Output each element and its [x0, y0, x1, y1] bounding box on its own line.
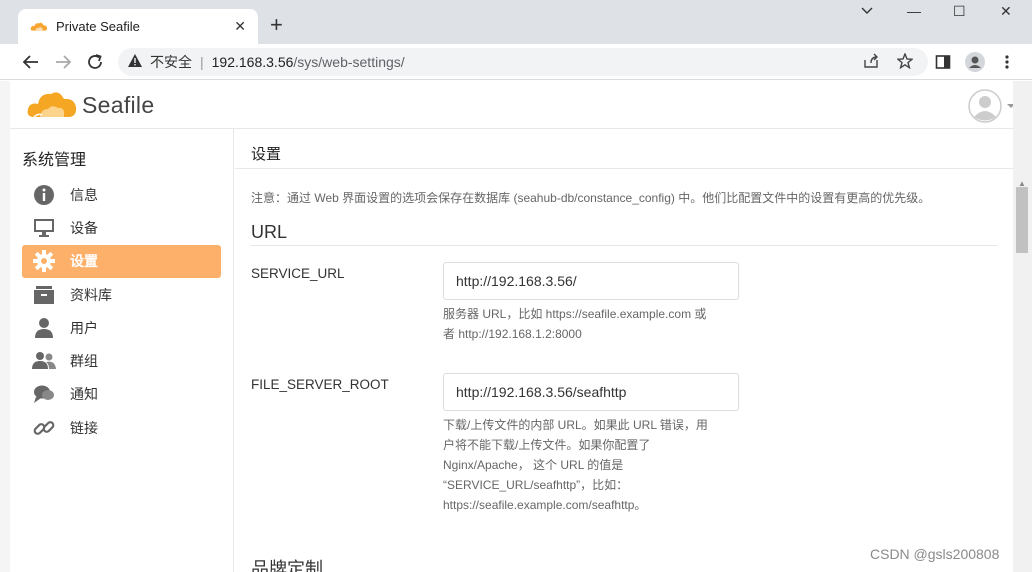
maximize-button[interactable]: ☐	[953, 3, 966, 20]
sidebar-item-devices[interactable]: 设备	[22, 211, 221, 244]
sidebar-item-label: 用户	[70, 319, 98, 336]
sidebar-item-info[interactable]: 信息	[22, 178, 221, 211]
service-url-label: SERVICE_URL	[251, 266, 345, 281]
sidebar-item-label: 设置	[70, 253, 98, 270]
sidebar-item-label: 信息	[70, 186, 98, 203]
settings-notice: 注意：通过 Web 界面设置的选项会保存在数据库 (seahub-db/cons…	[251, 191, 931, 205]
file-server-root-help: 下载/上传文件的内部 URL。如果此 URL 错误，用 户将不能下载/上传文件。…	[443, 418, 708, 512]
page-scrollbar[interactable]: ▲	[1013, 81, 1032, 572]
page: Seafile 系统管理 信息 设备 设置 资料库 用户 群组 通知 链接 设置…	[0, 81, 1032, 572]
url-path: /sys/web-settings/	[293, 54, 405, 70]
minimize-button[interactable]: —	[907, 3, 921, 19]
app-header: Seafile	[10, 81, 1032, 129]
back-arrow-icon[interactable]	[20, 51, 42, 73]
seafile-cloud-icon	[27, 92, 77, 118]
reload-icon[interactable]	[84, 51, 106, 73]
side-panel-icon[interactable]	[932, 51, 954, 73]
notification-icon	[32, 382, 56, 406]
service-url-help: 服务器 URL，比如 https://seafile.example.com 或…	[443, 307, 707, 341]
watermark: CSDN @gsls200808	[870, 546, 1000, 562]
file-server-root-input[interactable]: http://192.168.3.56/seafhttp	[443, 373, 739, 411]
seafile-logo[interactable]: Seafile	[26, 87, 154, 123]
sidebar-item-notifications[interactable]: 通知	[22, 378, 221, 411]
sidebar-item-settings[interactable]: 设置	[22, 244, 221, 278]
link-icon	[32, 416, 56, 440]
share-icon[interactable]	[862, 52, 880, 70]
group-icon	[32, 349, 56, 373]
browser-menu-icon[interactable]	[996, 51, 1018, 73]
user-icon	[32, 316, 56, 340]
avatar-icon	[968, 89, 1002, 123]
warning-icon[interactable]	[128, 54, 142, 70]
section-title-url: URL	[251, 222, 288, 242]
window-close-button[interactable]: ✕	[1000, 3, 1012, 20]
scrollbar-thumb[interactable]	[1016, 187, 1028, 253]
section-divider	[251, 245, 997, 246]
address-bar[interactable]: 不安全 | 192.168.3.56/sys/web-settings/	[118, 48, 928, 76]
sidebar-item-label: 链接	[70, 419, 98, 436]
tab-close-icon[interactable]: ✕	[234, 18, 246, 35]
seafile-favicon-icon	[30, 22, 48, 31]
tab-title: Private Seafile	[56, 19, 140, 34]
brand-name: Seafile	[82, 91, 155, 118]
browser-tab[interactable]: Private Seafile ✕	[18, 9, 258, 44]
sidebar-item-label: 群组	[70, 353, 98, 370]
gear-icon	[32, 249, 56, 273]
library-icon	[32, 283, 56, 307]
user-avatar[interactable]	[968, 89, 1016, 123]
settings-main: 设置 注意：通过 Web 界面设置的选项会保存在数据库 (seahub-db/c…	[235, 129, 1013, 572]
section-title-branding: 品牌定制	[251, 559, 323, 572]
sidebar-item-links[interactable]: 链接	[22, 411, 221, 444]
sidebar-item-users[interactable]: 用户	[22, 311, 221, 344]
new-tab-button[interactable]: +	[270, 14, 283, 36]
sidebar-item-libraries[interactable]: 资料库	[22, 278, 221, 311]
page-title: 设置	[251, 146, 282, 163]
forward-arrow-icon[interactable]	[52, 51, 74, 73]
monitor-icon	[32, 216, 56, 240]
sidebar-item-groups[interactable]: 群组	[22, 344, 221, 377]
file-server-root-label: FILE_SERVER_ROOT	[251, 377, 389, 392]
service-url-input[interactable]: http://192.168.3.56/	[443, 262, 739, 300]
address-separator: |	[200, 54, 204, 70]
profile-icon[interactable]	[964, 51, 986, 73]
admin-sidebar: 系统管理 信息 设备 设置 资料库 用户 群组 通知 链接	[10, 129, 234, 572]
tab-search-chevron-icon[interactable]	[860, 3, 874, 20]
main-header: 设置	[235, 129, 1013, 169]
sidebar-item-label: 资料库	[70, 286, 112, 303]
sidebar-title: 系统管理	[22, 152, 87, 169]
sidebar-nav: 信息 设备 设置 资料库 用户 群组 通知 链接	[22, 178, 221, 444]
bookmark-star-icon[interactable]	[896, 52, 914, 70]
browser-tab-bar: Private Seafile ✕ + — ☐ ✕	[0, 0, 1032, 44]
sidebar-item-label: 设备	[70, 219, 98, 236]
sidebar-item-label: 通知	[70, 386, 98, 403]
browser-toolbar: 不安全 | 192.168.3.56/sys/web-settings/	[0, 44, 1032, 80]
url-host: 192.168.3.56	[211, 54, 294, 70]
security-label[interactable]: 不安全	[150, 52, 192, 72]
info-icon	[32, 183, 56, 207]
